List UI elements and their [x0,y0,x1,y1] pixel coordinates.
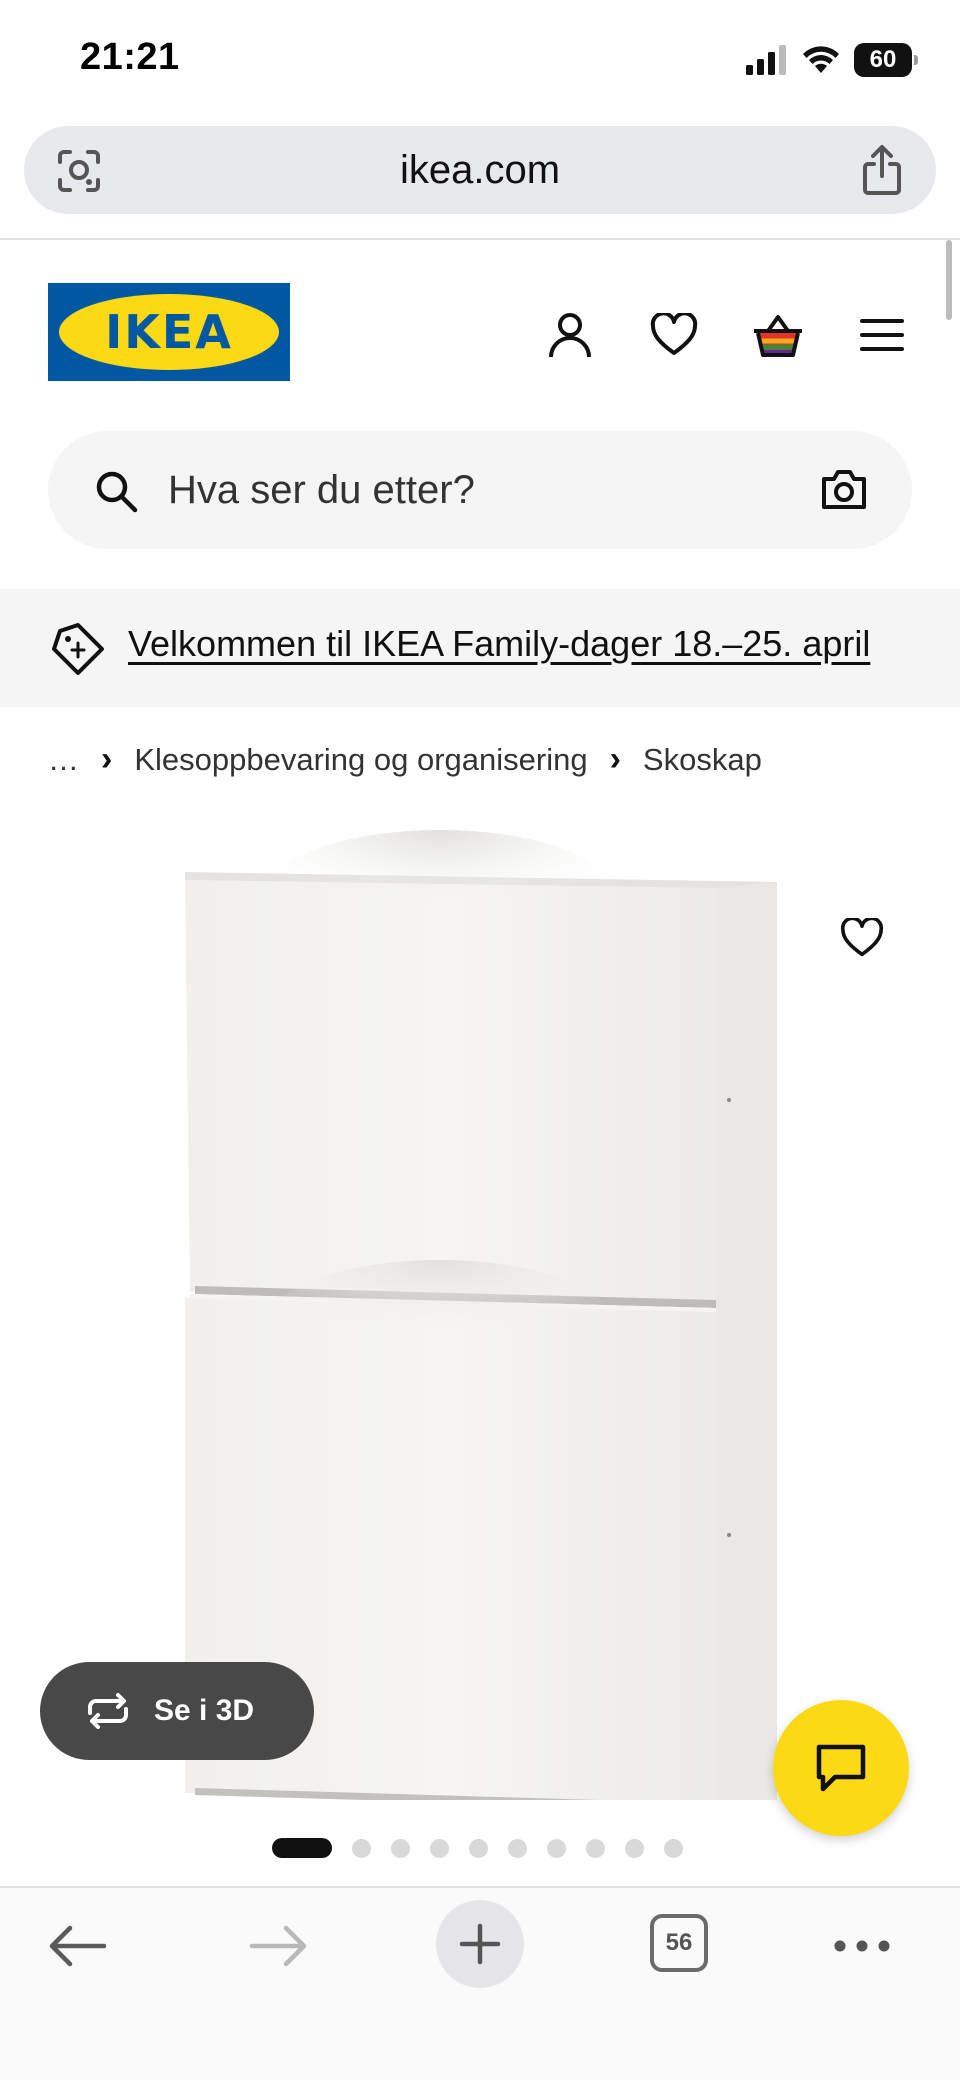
status-time: 21:21 [80,36,180,78]
forward-arrow-icon[interactable] [248,1924,308,1968]
chevron-right-icon: › [101,740,113,778]
heart-icon [840,918,884,957]
promo-link[interactable]: Velkommen til IKEA Family-dager 18.–25. … [128,623,870,665]
carousel-dot[interactable] [352,1838,371,1858]
user-icon [549,313,591,358]
header-icons [540,305,912,365]
plus-icon [459,1923,501,1965]
view-in-3d-button[interactable]: Se i 3D [40,1662,314,1760]
view-in-3d-label: Se i 3D [154,1694,255,1727]
back-arrow-icon[interactable] [48,1924,108,1968]
url-text: ikea.com [399,147,561,192]
status-icons: 60 [746,40,918,80]
carousel-dot[interactable] [508,1838,527,1858]
search-bar[interactable]: Hva ser du etter? [48,431,912,549]
logo-text: IKEA [105,305,233,359]
product-image[interactable] [0,800,960,1800]
ikea-logo[interactable]: IKEA [48,283,290,381]
breadcrumb-item[interactable]: Skoskap [643,742,762,778]
breadcrumb: … › Klesoppbevaring og organisering › Sk… [48,740,762,779]
carousel-dot[interactable] [547,1838,566,1858]
heart-icon [650,313,698,355]
carousel-dot[interactable] [430,1838,449,1858]
cart-button[interactable] [748,305,808,365]
cellular-signal-icon [746,45,786,75]
basket-icon [754,315,802,357]
carousel-dot[interactable] [391,1838,410,1858]
chevron-right-icon: › [609,740,621,778]
breadcrumb-ellipsis[interactable]: … [48,742,79,778]
carousel-dot[interactable] [469,1838,488,1858]
add-to-favourites-button[interactable] [822,898,902,978]
rotate-3d-icon [88,1693,128,1729]
camera-icon[interactable] [820,467,868,511]
battery-indicator: 60 [854,43,918,77]
search-icon [96,471,138,513]
scrollbar-thumb[interactable] [946,240,952,320]
lens-icon[interactable] [54,146,104,196]
chat-button[interactable] [773,1700,909,1836]
battery-level: 60 [869,46,897,73]
carousel-dot[interactable] [625,1838,644,1858]
share-icon[interactable] [858,144,906,196]
promo-banner: Velkommen til IKEA Family-dager 18.–25. … [0,589,960,707]
more-options-icon[interactable] [832,1924,892,1968]
menu-button[interactable] [852,305,912,365]
image-carousel-dots [272,1838,683,1858]
breadcrumb-item[interactable]: Klesoppbevaring og organisering [134,742,587,778]
family-tag-icon [52,623,104,675]
tab-count: 56 [665,1929,693,1956]
tab-switcher-button[interactable]: 56 [650,1914,708,1972]
new-tab-button[interactable] [436,1900,524,1988]
menu-icon [860,319,904,351]
wifi-icon [803,46,839,73]
browser-toolbar: 56 [0,1886,960,2080]
chat-icon [816,1744,866,1792]
divider [0,238,960,240]
search-input[interactable]: Hva ser du etter? [168,468,475,513]
carousel-dot[interactable] [586,1838,605,1858]
address-bar[interactable]: ikea.com [24,126,936,214]
carousel-dot[interactable] [664,1838,683,1858]
account-button[interactable] [540,305,600,365]
favourites-button[interactable] [644,305,704,365]
carousel-dot-active[interactable] [272,1838,332,1858]
